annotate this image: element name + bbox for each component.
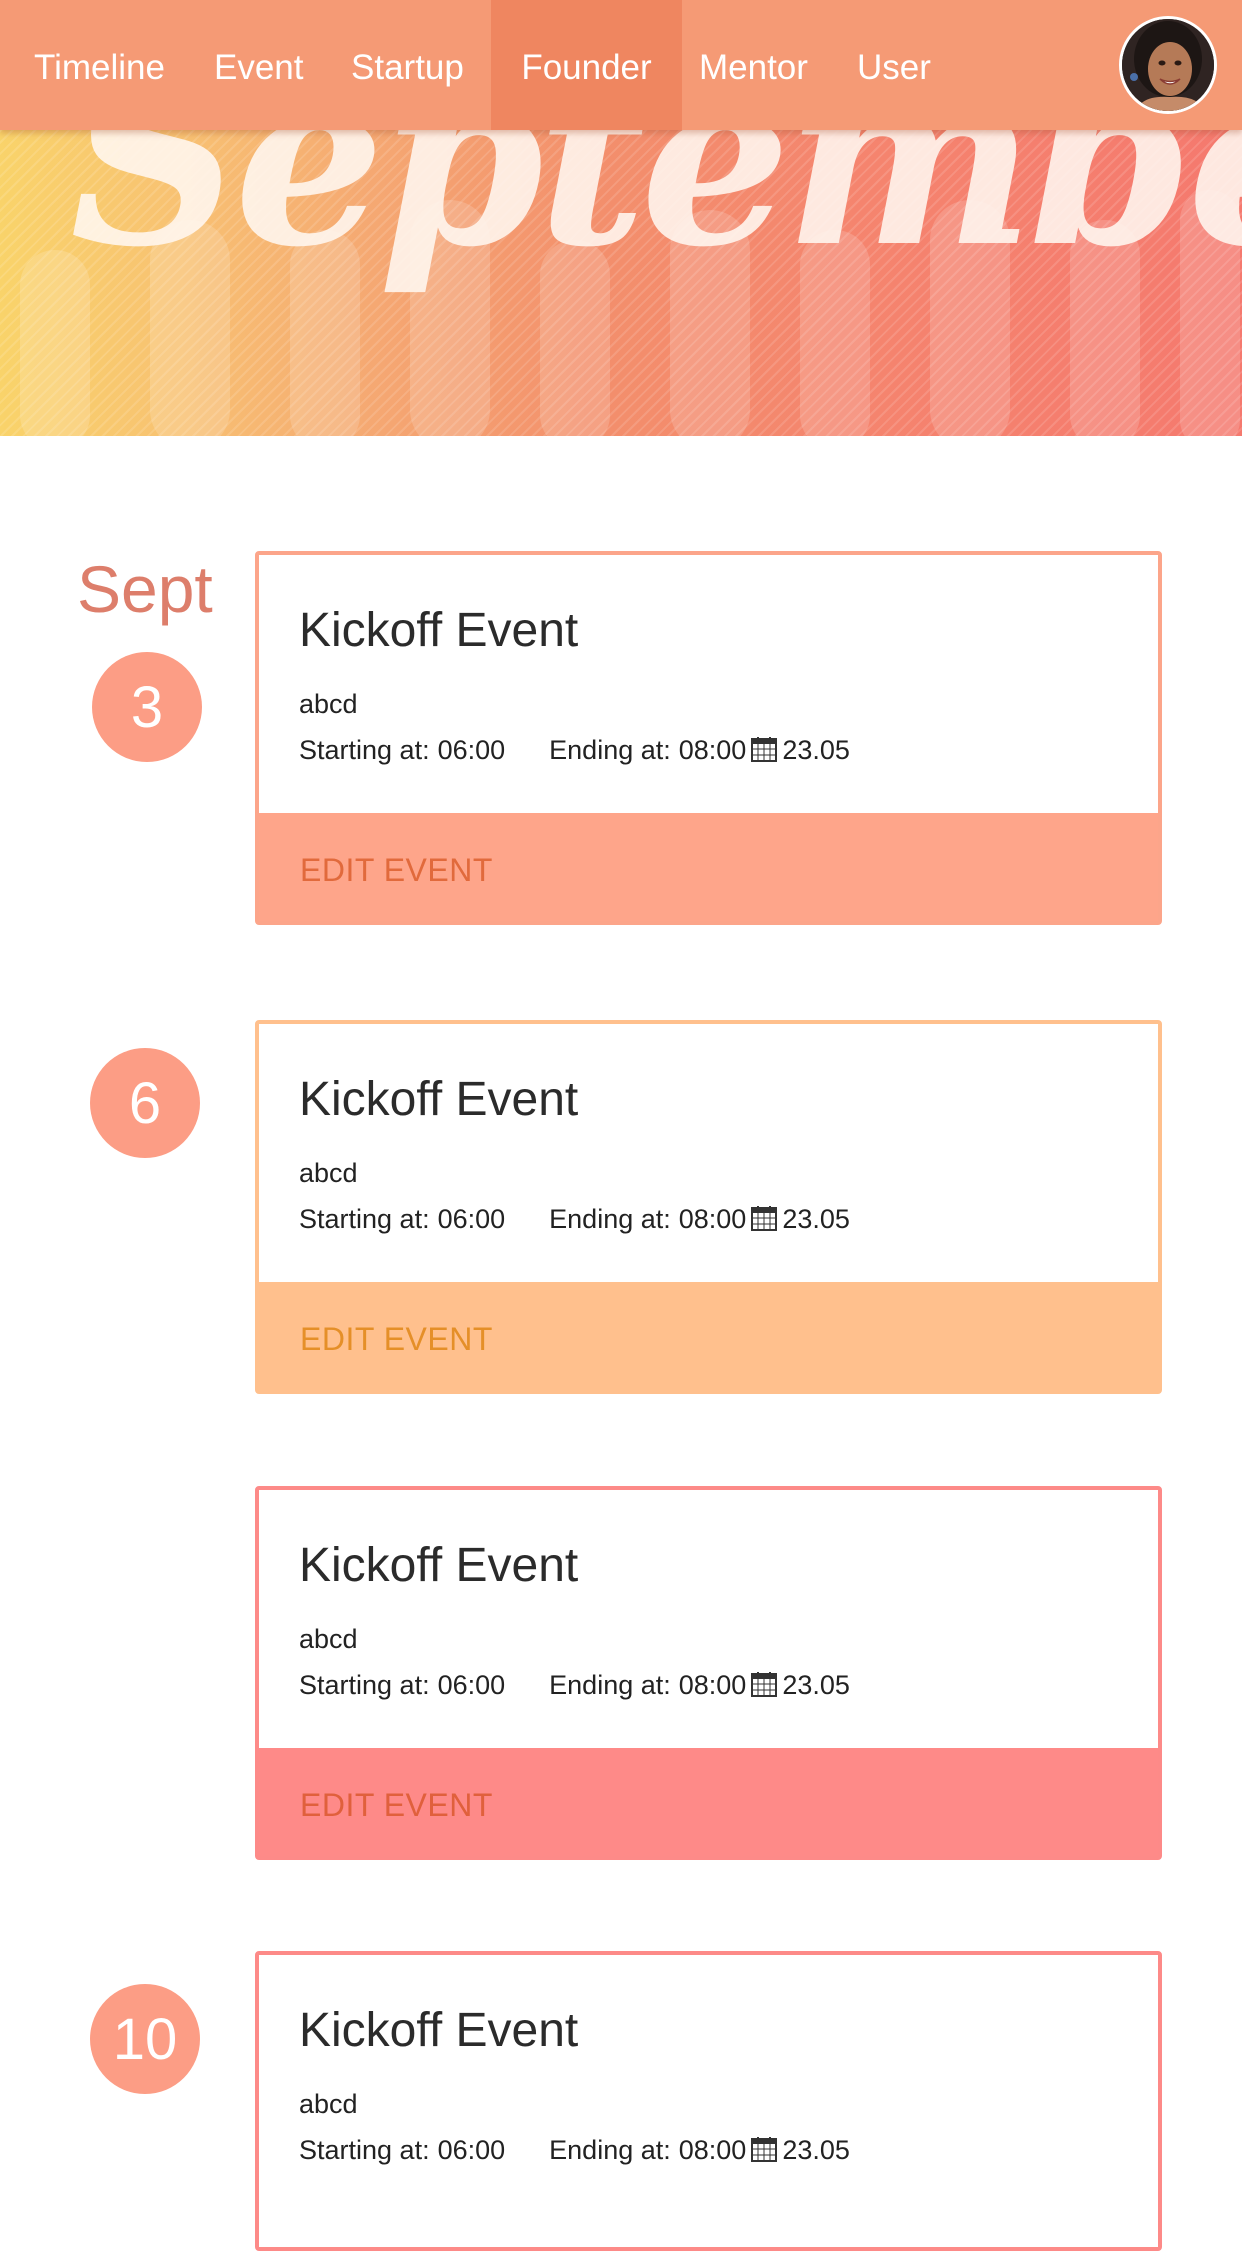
start-label: Starting at: <box>299 2135 430 2165</box>
event-date: 23.05 <box>782 1204 850 1234</box>
start-time: 06:00 <box>437 1670 506 1700</box>
event-schedule: Starting at: 06:00 Ending at: 08:00 23.05 <box>299 735 850 764</box>
start-label: Starting at: <box>299 735 430 765</box>
event-card: Kickoff Event abcd Starting at: 06:00 Endi… <box>255 1020 1162 1394</box>
event-title: Kickoff Event <box>299 1539 579 1592</box>
calendar-icon <box>751 1206 778 1231</box>
day-badge: 10 <box>90 1984 200 2094</box>
edit-event-button[interactable]: EDIT EVENT <box>259 1748 1158 1856</box>
end-label: Ending at: <box>549 1204 671 1234</box>
edit-event-button[interactable]: EDIT EVENT <box>259 813 1158 921</box>
start-label: Starting at: <box>299 1670 430 1700</box>
end-time: 08:00 <box>678 1204 747 1234</box>
calendar-icon <box>751 737 778 762</box>
event-date: 23.05 <box>782 1670 850 1700</box>
event-schedule: Starting at: 06:00 Ending at: 08:00 23.05 <box>299 2135 850 2164</box>
event-title: Kickoff Event <box>299 2004 579 2057</box>
day-badge: 3 <box>92 652 202 762</box>
day-badge: 6 <box>90 1048 200 1158</box>
calendar-icon <box>751 2137 778 2162</box>
user-avatar[interactable] <box>1119 16 1217 114</box>
event-title: Kickoff Event <box>299 1073 579 1126</box>
start-time: 06:00 <box>437 735 506 765</box>
event-description: abcd <box>299 1624 358 1654</box>
event-description: abcd <box>299 1158 358 1188</box>
end-label: Ending at: <box>549 1670 671 1700</box>
event-card: Kickoff Event abcd Starting at: 06:00 Endi… <box>255 1951 1162 2251</box>
month-banner: September <box>0 130 1242 436</box>
event-date: 23.05 <box>782 735 850 765</box>
start-time: 06:00 <box>437 1204 506 1234</box>
nav-tab-user[interactable]: User <box>828 0 960 130</box>
end-label: Ending at: <box>549 2135 671 2165</box>
nav-tab-founder[interactable]: Founder <box>491 0 682 130</box>
event-schedule: Starting at: 06:00 Ending at: 08:00 23.05 <box>299 1670 850 1699</box>
event-title: Kickoff Event <box>299 604 579 657</box>
end-label: Ending at: <box>549 735 671 765</box>
nav-tab-mentor[interactable]: Mentor <box>670 0 837 130</box>
event-card: Kickoff Event abcd Starting at: 06:00 Endi… <box>255 551 1162 925</box>
avatar-portrait-icon <box>1122 19 1214 111</box>
nav-tab-event[interactable]: Event <box>185 0 333 130</box>
start-label: Starting at: <box>299 1204 430 1234</box>
nav-tab-startup[interactable]: Startup <box>322 0 493 130</box>
calendar-icon <box>751 1672 778 1697</box>
end-time: 08:00 <box>678 735 747 765</box>
month-label: Sept <box>77 552 213 626</box>
event-description: abcd <box>299 689 358 719</box>
edit-event-button[interactable]: EDIT EVENT <box>259 1282 1158 1390</box>
banner-month-title: September <box>70 130 1242 299</box>
top-navbar: Timeline Event Startup Founder Mentor Us… <box>0 0 1242 130</box>
end-time: 08:00 <box>678 2135 747 2165</box>
start-time: 06:00 <box>437 2135 506 2165</box>
end-time: 08:00 <box>678 1670 747 1700</box>
event-schedule: Starting at: 06:00 Ending at: 08:00 23.05 <box>299 1204 850 1233</box>
nav-tab-timeline[interactable]: Timeline <box>5 0 194 130</box>
event-card: Kickoff Event abcd Starting at: 06:00 Endi… <box>255 1486 1162 1860</box>
event-date: 23.05 <box>782 2135 850 2165</box>
event-description: abcd <box>299 2089 358 2119</box>
